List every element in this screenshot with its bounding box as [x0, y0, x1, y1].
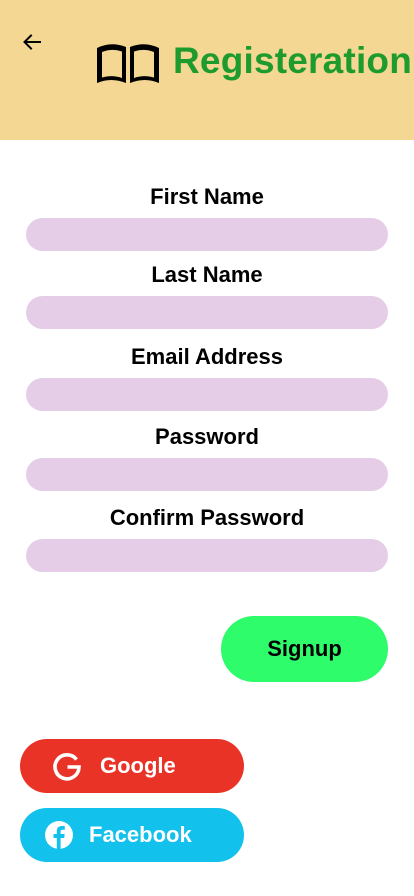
email-label: Email Address: [130, 344, 284, 369]
google-icon: [53, 753, 81, 781]
google-label: Google: [100, 753, 176, 778]
last-name-label: Last Name: [151, 262, 263, 287]
page-title: Registeration: [173, 40, 413, 81]
open-book-icon: [97, 44, 159, 83]
email-field[interactable]: [26, 378, 388, 411]
confirm-password-field[interactable]: [26, 539, 388, 572]
last-name-field[interactable]: [26, 296, 388, 329]
first-name-label: First Name: [150, 184, 264, 209]
arrow-left-icon: [23, 34, 41, 50]
facebook-icon: [45, 821, 73, 849]
facebook-signin-button[interactable]: Facebook: [20, 808, 244, 862]
password-label: Password: [155, 424, 259, 449]
confirm-password-label: Confirm Password: [109, 505, 305, 530]
back-button[interactable]: [18, 28, 46, 56]
google-signin-button[interactable]: Google: [20, 739, 244, 793]
first-name-field[interactable]: [26, 218, 388, 251]
password-field[interactable]: [26, 458, 388, 491]
facebook-label: Facebook: [89, 822, 192, 847]
app-header: Registeration: [0, 0, 414, 140]
signup-button[interactable]: Signup: [221, 616, 388, 682]
